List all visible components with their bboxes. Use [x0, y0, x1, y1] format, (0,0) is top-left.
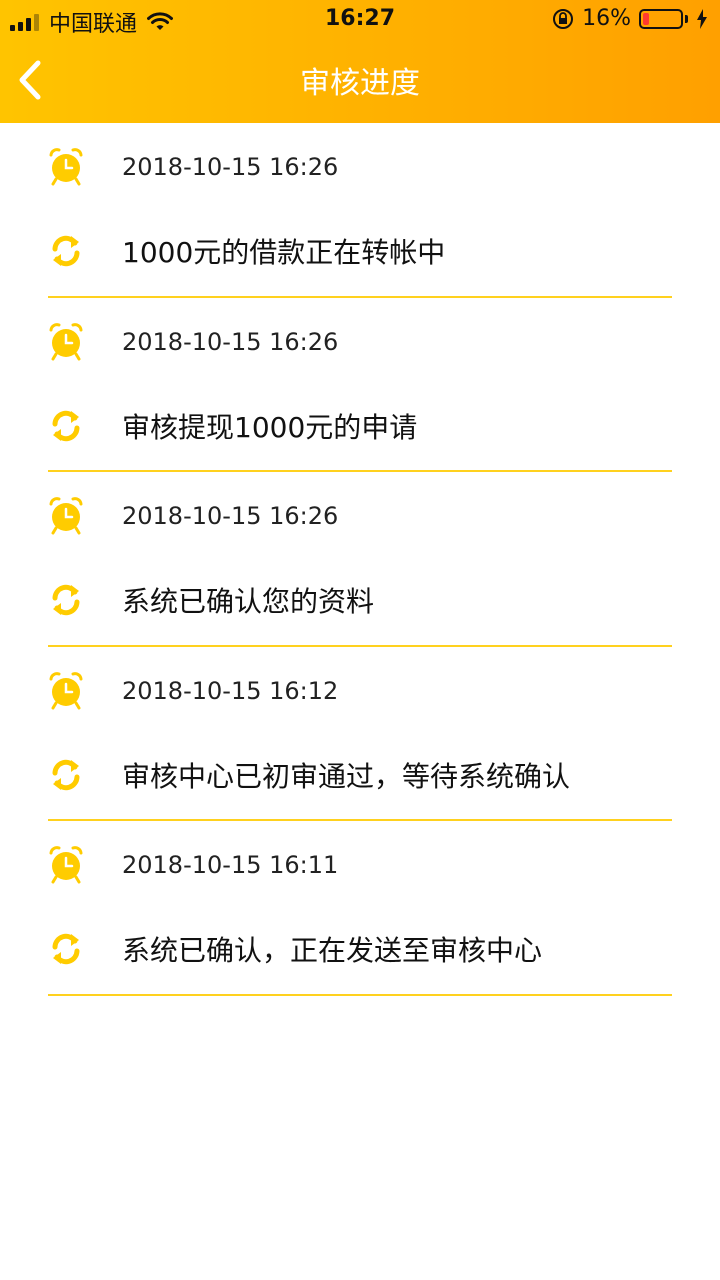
refresh-icon: [48, 755, 84, 795]
progress-list: 2018-10-15 16:26 1000元的借款正在转帐中 2018-10-1…: [48, 123, 672, 996]
battery-level: [643, 12, 649, 25]
alarm-clock-icon: [48, 147, 84, 187]
progress-item: 2018-10-15 16:26 1000元的借款正在转帐中: [48, 123, 672, 298]
progress-time: 2018-10-15 16:12: [122, 676, 339, 705]
rotation-lock-icon: [553, 8, 574, 29]
progress-message: 审核中心已初审通过，等待系统确认: [122, 759, 571, 793]
progress-item: 2018-10-15 16:26 审核提现1000元的申请: [48, 298, 672, 472]
progress-message-row: 系统已确认，正在发送至审核中心: [48, 927, 672, 971]
progress-time: 2018-10-15 16:26: [122, 502, 339, 530]
progress-time-row: 2018-10-15 16:11: [48, 843, 672, 887]
progress-message: 1000元的借款正在转帐中: [122, 236, 446, 269]
alarm-clock-icon: [48, 671, 84, 711]
refresh-icon: [48, 406, 84, 446]
progress-message-row: 审核提现1000元的申请: [48, 404, 672, 448]
status-right: 16%: [552, 6, 708, 31]
progress-time: 2018-10-15 16:11: [122, 851, 339, 879]
battery-percent: 16%: [582, 6, 631, 31]
refresh-icon: [48, 231, 84, 271]
alarm-clock-icon: [48, 845, 84, 885]
progress-time-row: 2018-10-15 16:26: [48, 494, 672, 538]
progress-message-row: 系统已确认您的资料: [48, 578, 672, 622]
progress-time-row: 2018-10-15 16:26: [48, 320, 672, 364]
alarm-clock-icon: [48, 496, 84, 536]
progress-message: 系统已确认您的资料: [122, 585, 375, 618]
progress-message: 系统已确认，正在发送至审核中心: [122, 934, 543, 967]
progress-item: 2018-10-15 16:26 系统已确认您的资料: [48, 472, 672, 647]
alarm-clock-icon: [48, 322, 84, 362]
battery-cap: [685, 14, 688, 23]
progress-item: 2018-10-15 16:12 审核中心已初审通过，等待系统确认: [48, 647, 672, 821]
progress-item: 2018-10-15 16:11 系统已确认，正在发送至审核中心: [48, 821, 672, 996]
status-bar: 中国联通 16:27 16%: [0, 0, 720, 40]
refresh-icon: [48, 929, 84, 969]
battery-icon: [639, 8, 683, 29]
progress-message: 审核提现1000元的申请: [122, 410, 418, 444]
page-title: 审核进度: [300, 66, 420, 101]
progress-message-row: 审核中心已初审通过，等待系统确认: [48, 753, 672, 797]
refresh-icon: [48, 580, 84, 620]
progress-time-row: 2018-10-15 16:26: [48, 145, 672, 189]
progress-time-row: 2018-10-15 16:12: [48, 669, 672, 713]
header: 中国联通 16:27 16% 审核进度: [0, 0, 720, 123]
charging-bolt-icon: [697, 8, 707, 29]
progress-time: 2018-10-15 16:26: [122, 153, 339, 181]
progress-time: 2018-10-15 16:26: [122, 327, 339, 356]
progress-message-row: 1000元的借款正在转帐中: [48, 229, 672, 273]
